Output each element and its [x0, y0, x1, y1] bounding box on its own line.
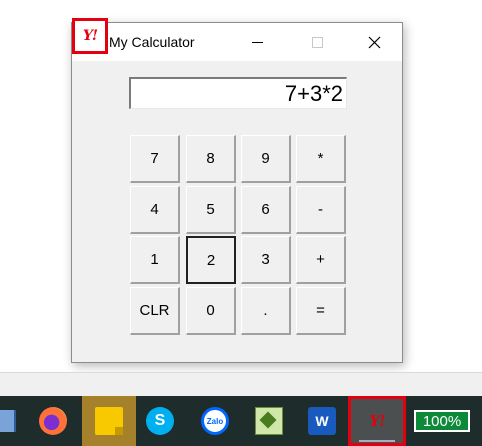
maximize-button[interactable]	[294, 23, 340, 61]
window-title: My Calculator	[109, 34, 195, 50]
sticky-notes-taskbar-button[interactable]	[82, 396, 136, 446]
word-icon: W	[308, 407, 336, 435]
key-equals[interactable]: =	[296, 287, 346, 335]
expression-display[interactable]: 7+3*2	[129, 77, 347, 109]
yahoo-y-icon[interactable]: Y!	[72, 18, 108, 54]
skype-icon: S	[146, 407, 174, 435]
key-clear[interactable]: CLR	[130, 287, 180, 335]
title-bar[interactable]: Y! My Calculator	[72, 18, 402, 61]
close-icon	[368, 36, 380, 48]
taskbar: S Zalo W Y!	[0, 396, 482, 446]
battery-indicator[interactable]: 100%	[414, 410, 470, 432]
notepad-plus-icon	[255, 407, 283, 435]
maximize-icon	[311, 36, 323, 48]
key-5[interactable]: 5	[186, 186, 236, 234]
key-minus[interactable]: -	[296, 186, 346, 234]
key-8[interactable]: 8	[186, 135, 236, 183]
close-button[interactable]	[351, 23, 397, 61]
key-0[interactable]: 0	[186, 287, 236, 335]
app-icon-text: Y!	[82, 28, 98, 44]
key-4[interactable]: 4	[130, 186, 180, 234]
desktop: Y! My Calculator 7+3*2 7 8 9 * 4 5 6 - 1…	[0, 0, 482, 446]
zalo-taskbar-button[interactable]: Zalo	[191, 396, 239, 446]
minimize-icon	[251, 41, 263, 43]
key-2[interactable]: 2	[186, 236, 236, 284]
key-decimal[interactable]: .	[241, 287, 291, 335]
zalo-icon: Zalo	[201, 407, 229, 435]
key-plus[interactable]: +	[296, 236, 346, 284]
minimize-button[interactable]	[234, 23, 280, 61]
calculator-taskbar-button[interactable]: Y!	[348, 396, 406, 446]
active-indicator	[359, 440, 395, 442]
key-6[interactable]: 6	[241, 186, 291, 234]
calculator-window: Y! My Calculator 7+3*2 7 8 9 * 4 5 6 - 1…	[71, 18, 403, 363]
key-1[interactable]: 1	[130, 236, 180, 284]
key-3[interactable]: 3	[241, 236, 291, 284]
notepad-plus-taskbar-button[interactable]	[245, 396, 293, 446]
key-multiply[interactable]: *	[296, 135, 346, 183]
yahoo-calculator-app-icon: Y!	[369, 412, 385, 430]
word-taskbar-button[interactable]: W	[298, 396, 346, 446]
sticky-notes-icon	[95, 407, 123, 435]
key-7[interactable]: 7	[130, 135, 180, 183]
firefox-taskbar-button[interactable]	[29, 396, 77, 446]
firefox-icon	[39, 407, 67, 435]
desktop-strip	[0, 372, 482, 397]
key-9[interactable]: 9	[241, 135, 291, 183]
window-icon-partial[interactable]	[0, 410, 16, 432]
skype-taskbar-button[interactable]: S	[136, 396, 184, 446]
